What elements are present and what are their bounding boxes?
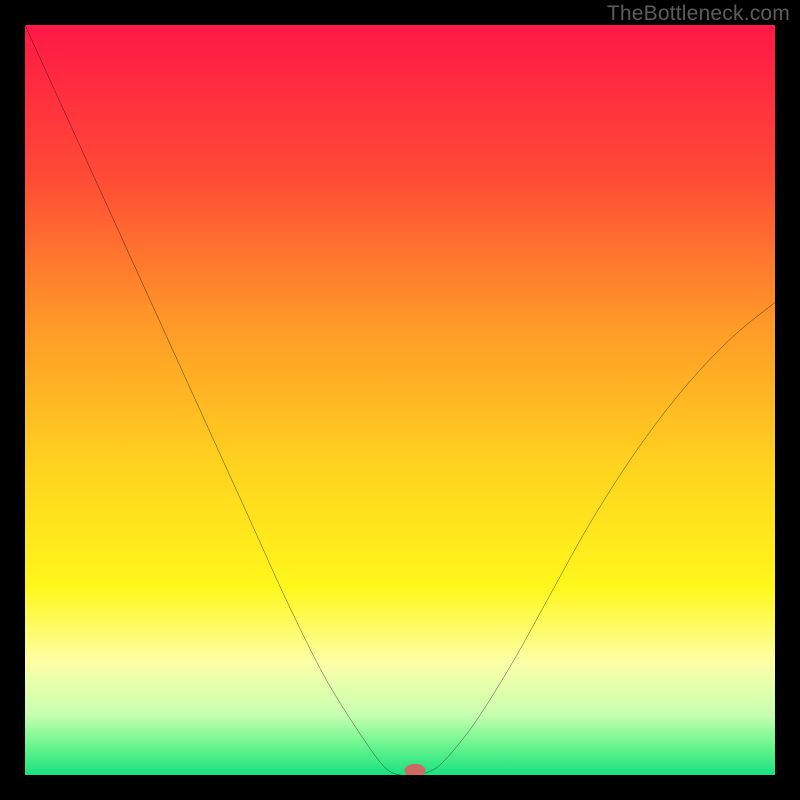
plot-area: [25, 25, 775, 775]
curve-layer: [25, 25, 775, 775]
optimum-marker: [405, 764, 426, 775]
watermark-text: TheBottleneck.com: [607, 2, 790, 26]
chart-frame: TheBottleneck.com: [0, 0, 800, 800]
bottleneck-curve: [25, 25, 775, 775]
